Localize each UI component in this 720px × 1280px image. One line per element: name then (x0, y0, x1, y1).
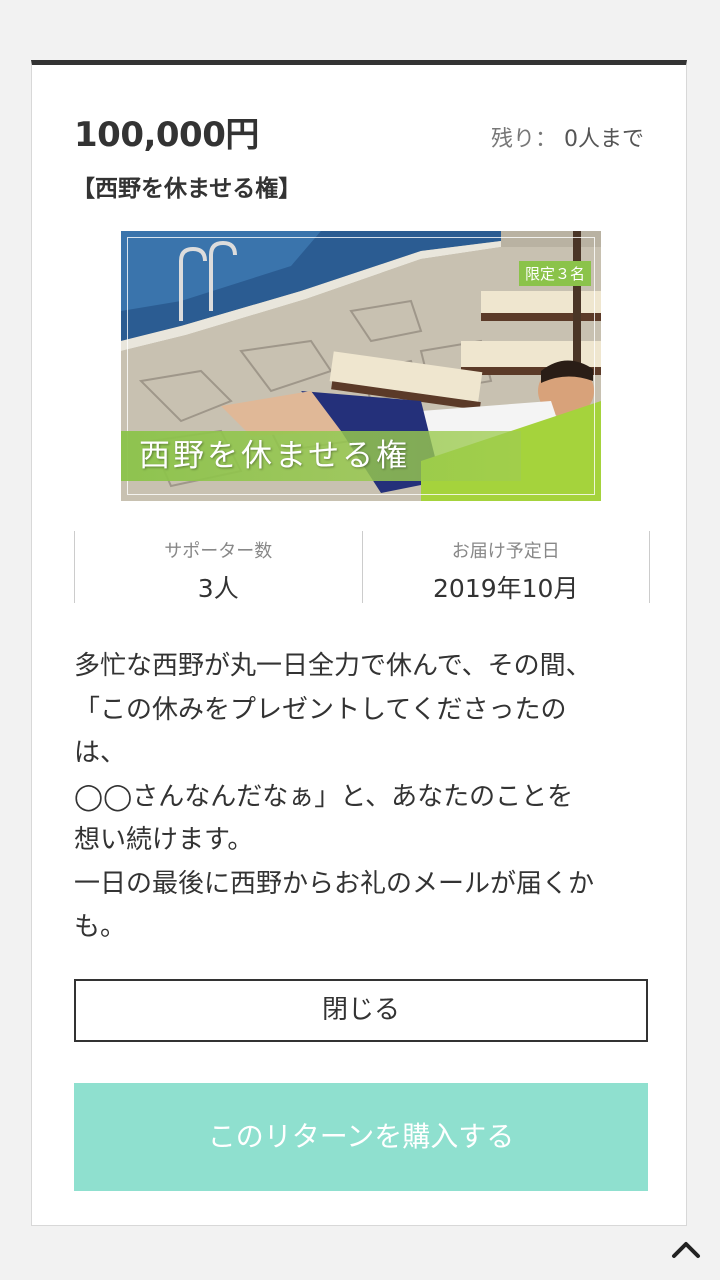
limited-badge: 限定３名 (518, 261, 591, 286)
stat-value: 2019年10月 (433, 574, 579, 603)
stat-supporters: サポーター数 3人 (75, 531, 362, 603)
description-line: は、 (74, 738, 127, 768)
close-button[interactable]: 閉じる (74, 979, 648, 1042)
remaining-value: 0人まで (564, 127, 644, 152)
description-line: 想い続けます。 (74, 825, 254, 855)
remaining-label: 残り： (490, 127, 557, 152)
stat-value: 3人 (197, 574, 239, 603)
description-line: 一日の最後に西野からお礼のメールが届くか (74, 868, 595, 899)
reward-image: 限定３名 西野を休ませる権 (121, 231, 601, 501)
description-line: 多忙な西野が丸一日全力で休んで、その間、 (74, 651, 592, 681)
stat-label: お届け予定日 (451, 541, 560, 562)
chevron-up-icon[interactable] (670, 1238, 702, 1262)
description-line: ◯◯さんなんだなぁ」と、あなたのことを (74, 781, 574, 812)
image-caption: 西野を休ませる権 (121, 431, 521, 481)
stat-label: サポーター数 (164, 541, 273, 562)
description-line: 「この休みをプレゼントしてくださったの (74, 694, 567, 725)
remaining-count: 残り： 0人まで (491, 121, 644, 153)
buy-reward-button[interactable]: このリターンを購入する (74, 1083, 648, 1191)
description-line: も。 (74, 912, 127, 942)
reward-title: 【西野を休ませる権】 (72, 176, 302, 202)
stat-delivery-date: お届け予定日 2019年10月 (361, 531, 650, 603)
reward-stats: サポーター数 3人 お届け予定日 2019年10月 (74, 531, 650, 603)
reward-description: 多忙な西野が丸一日全力で休んで、その間、 「この休みをプレゼントしてくださったの… (74, 645, 650, 950)
reward-price: 100,000円 (74, 115, 259, 155)
reward-card: 100,000円 残り： 0人まで 【西野を休ませる権】 限定３名 西野を休ませ… (31, 60, 687, 1226)
